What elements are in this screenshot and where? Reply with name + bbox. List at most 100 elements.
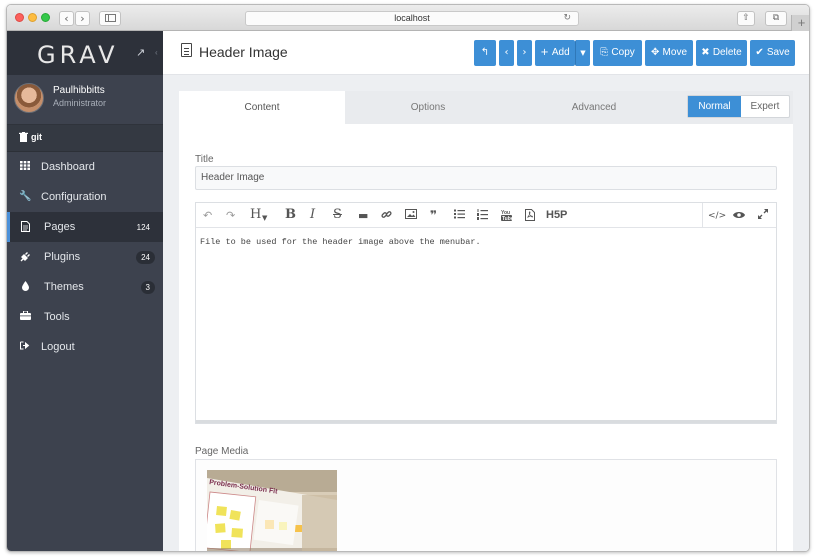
tabs-overview-button[interactable]: ⧉ <box>765 11 787 26</box>
sidebar-item-label: Pages <box>44 221 76 233</box>
expert-mode-button[interactable]: Expert <box>741 96 789 117</box>
sidebar-item-label: Configuration <box>41 191 107 203</box>
caret-down-icon[interactable]: ▼ <box>262 212 267 225</box>
reply-icon: ↰ <box>480 47 490 58</box>
title-label: Title <box>195 154 214 165</box>
save-button[interactable]: ✔ Save <box>750 40 795 66</box>
expand-icon[interactable] <box>758 209 768 222</box>
minimize-window-button[interactable] <box>28 13 37 22</box>
code-icon[interactable]: </> <box>708 210 726 223</box>
heading-icon[interactable]: H <box>250 208 261 221</box>
chevron-right-icon: › <box>80 12 85 25</box>
trash-icon <box>19 132 28 145</box>
redo-icon[interactable]: ↷ <box>226 209 235 222</box>
address-bar[interactable]: localhost ↻ <box>245 11 579 26</box>
image-icon[interactable] <box>405 209 417 222</box>
italic-icon[interactable]: I <box>310 208 315 221</box>
strikethrough-icon[interactable]: S <box>333 208 342 221</box>
title-input[interactable]: Header Image <box>195 166 777 190</box>
markdown-editor: ↶ ↷ H ▼ B I S ▬ ❞ You Tub H5P </> File t… <box>195 202 777 424</box>
delete-button[interactable]: ✖ Delete <box>696 40 747 66</box>
previous-page-button[interactable]: ‹ <box>499 40 514 66</box>
add-dropdown-toggle[interactable]: ▼ <box>575 40 590 66</box>
caret-down-icon: ▼ <box>580 49 586 57</box>
check-icon: ✔ <box>755 47 767 58</box>
browser-forward-button[interactable]: › <box>75 11 90 26</box>
mode-toggle: Normal Expert <box>687 95 790 118</box>
editor-view-controls: </> <box>702 203 776 228</box>
browser-titlebar: ‹ › localhost ↻ ⇧ ⧉ + <box>7 5 809 31</box>
close-window-button[interactable] <box>15 13 24 22</box>
chevron-right-icon: › <box>522 47 527 58</box>
ordered-list-icon[interactable] <box>477 209 488 223</box>
copy-button-label: Copy <box>611 47 635 58</box>
user-name: Paulhibbitts <box>53 85 105 96</box>
bold-icon[interactable]: B <box>285 208 296 221</box>
collapse-sidebar-icon[interactable]: ‹ <box>155 48 158 57</box>
sidebar-item-label: Dashboard <box>41 161 95 173</box>
tab-content[interactable]: Content <box>179 91 345 124</box>
add-button[interactable]: + Add <box>535 40 575 66</box>
git-sync-item[interactable]: git <box>7 125 163 152</box>
tab-options[interactable]: Options <box>345 91 511 124</box>
copy-button[interactable]: ⎘ Copy <box>593 40 642 66</box>
tab-advanced[interactable]: Advanced <box>511 91 677 124</box>
next-page-button[interactable]: › <box>517 40 532 66</box>
delete-button-label: Delete <box>712 47 742 58</box>
editor-resize-handle[interactable] <box>196 420 776 423</box>
pdf-icon[interactable] <box>525 209 535 224</box>
zoom-window-button[interactable] <box>41 13 50 22</box>
sidebar-item-tools[interactable]: Tools <box>7 302 163 332</box>
browser-sidebar-button[interactable] <box>99 11 121 26</box>
reload-icon[interactable]: ↻ <box>563 12 571 25</box>
sidebar-item-logout[interactable]: Logout <box>7 332 163 362</box>
wrench-icon: 🔧 <box>19 191 32 202</box>
pages-count-badge: 124 <box>136 223 150 232</box>
sidebar-item-configuration[interactable]: 🔧 Configuration <box>7 182 163 212</box>
new-tab-button[interactable]: + <box>791 15 809 31</box>
git-label: git <box>31 132 42 142</box>
page-header: Header Image ↰ ‹ › + Add ▼ ⎘ Copy ✥ Move… <box>163 31 809 75</box>
external-link-icon[interactable]: ↗ <box>136 46 145 59</box>
eye-icon[interactable] <box>733 209 745 222</box>
arrows-icon: ✥ <box>650 47 663 58</box>
user-role: Administrator <box>53 98 107 108</box>
media-thumbnail[interactable]: Problem-Solution Fit <box>207 470 337 551</box>
sidebar-item-label: Tools <box>44 311 70 323</box>
close-icon: ✖ <box>701 47 713 58</box>
sidebar-item-themes[interactable]: Themes 3 <box>7 272 163 302</box>
horizontal-rule-icon[interactable]: ▬ <box>358 209 368 222</box>
move-button[interactable]: ✥ Move <box>645 40 693 66</box>
grid-icon <box>19 161 31 173</box>
normal-mode-button[interactable]: Normal <box>688 96 741 117</box>
page-media-dropzone[interactable]: Problem-Solution Fit <box>195 459 777 551</box>
move-button-label: Move <box>662 47 687 58</box>
svg-text:Tube: Tube <box>502 216 512 221</box>
grav-logo[interactable]: GRAV <box>37 41 119 69</box>
blockquote-icon[interactable]: ❞ <box>430 209 437 222</box>
sidebar-item-pages[interactable]: Pages 124 <box>7 212 163 242</box>
h5p-button[interactable]: H5P <box>546 209 567 222</box>
chevron-left-icon: ‹ <box>504 47 509 58</box>
youtube-icon[interactable]: YouTube <box>501 209 514 224</box>
sidebar-item-label: Plugins <box>44 251 81 263</box>
editor-toolbar: ↶ ↷ H ▼ B I S ▬ ❞ You Tub H5P </> <box>196 203 776 228</box>
browser-back-button[interactable]: ‹ <box>59 11 74 26</box>
user-profile[interactable]: Paulhibbitts Administrator <box>7 75 163 125</box>
unordered-list-icon[interactable] <box>454 209 465 222</box>
page-media-label: Page Media <box>195 446 249 457</box>
page-editor-card: Content Options Advanced Normal Expert T… <box>179 91 793 551</box>
page-title: Header Image <box>199 44 288 60</box>
link-icon[interactable] <box>381 209 392 223</box>
sidebar-icon <box>104 14 116 22</box>
editor-text-area[interactable]: File to be used for the header image abo… <box>200 237 481 247</box>
share-button[interactable]: ⇧ <box>737 11 755 26</box>
plugins-count-badge: 24 <box>136 251 155 264</box>
plus-icon: + <box>540 47 552 58</box>
back-to-pages-button[interactable]: ↰ <box>474 40 496 66</box>
sidebar-item-dashboard[interactable]: Dashboard <box>7 152 163 182</box>
undo-icon[interactable]: ↶ <box>203 209 212 222</box>
sidebar-brand: GRAV ↗ ‹ <box>7 31 163 75</box>
sidebar-item-plugins[interactable]: Plugins 24 <box>7 242 163 272</box>
sidebar-item-label: Logout <box>41 341 75 353</box>
